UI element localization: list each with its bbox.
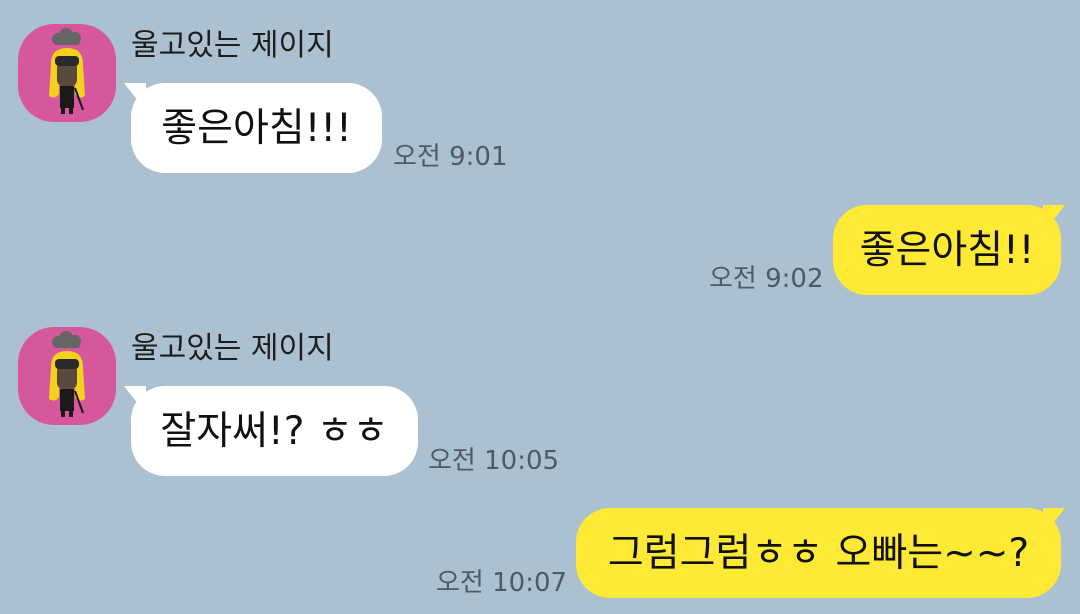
message-bubble[interactable]: 좋은아침!! [833,205,1061,295]
bubble-tail [1043,205,1065,233]
bubble-tail [1043,508,1065,536]
message-bubble[interactable]: 그럼그럼ㅎㅎ 오빠는~~? [576,508,1061,598]
message-bubble[interactable]: 좋은아침!!! [131,83,382,173]
message-timestamp: 오전 10:05 [428,446,560,476]
sender-name: 울고있는 제이지 [131,28,334,63]
message-bubble[interactable]: 잘자써!? ㅎㅎ [131,386,418,476]
message-timestamp: 오전 9:02 [709,264,824,294]
sender-name: 울고있는 제이지 [131,331,334,366]
message-timestamp: 오전 10:07 [436,568,568,598]
message-timestamp: 오전 9:01 [393,142,508,172]
jay-g-character-avatar-icon[interactable] [18,24,116,122]
jay-g-character-avatar-icon[interactable] [18,327,116,425]
chat-screen: { "messages": [ {"direction": "incoming"… [0,0,1080,614]
